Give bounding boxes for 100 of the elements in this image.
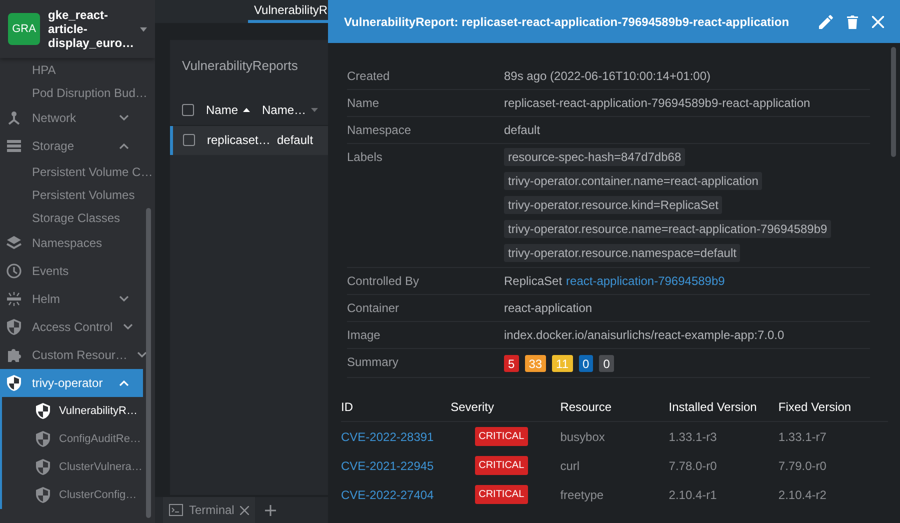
field-label: Labels [347, 149, 384, 165]
column-header[interactable]: Severity [450, 398, 560, 416]
column-header[interactable]: Fixed Version [778, 398, 888, 416]
severity-badge: CRITICAL [474, 427, 528, 446]
terminal-label: Terminal [189, 502, 234, 519]
close-icon[interactable] [240, 506, 250, 514]
sort-down-icon[interactable] [311, 108, 318, 112]
column-header[interactable]: Name… [262, 101, 306, 119]
panel-title: VulnerabilityReports [181, 57, 299, 75]
sidebar-item[interactable]: Storage [32, 137, 109, 155]
sidebar-item[interactable]: HPA [32, 60, 56, 78]
cluster-header[interactable]: GRA gke_react-article-display_euro… [0, 0, 155, 58]
sidebar-item[interactable]: Custom Resour… [32, 346, 128, 364]
field-label: Summary [347, 354, 400, 370]
table-cell-text: 1.33.1-r7 [778, 428, 828, 446]
clock-icon [6, 263, 22, 279]
chevron-down-icon[interactable] [119, 115, 129, 121]
label-chip: trivy-operator.resource.kind=ReplicaSet [504, 196, 722, 214]
label-chip: resource-spec-hash=847d7db68 [504, 148, 686, 166]
checkbox[interactable] [183, 134, 195, 146]
network-icon [6, 110, 22, 126]
table-cell-text: 1.33.1-r3 [668, 428, 718, 446]
cve-link[interactable]: CVE-2022-28391 [341, 428, 451, 446]
table-cell-text: 2.10.4-r2 [778, 486, 828, 504]
label-chip: trivy-operator.container.name=react-application [504, 172, 762, 190]
count-badge: 0 [599, 355, 614, 372]
table-cell-text: 7.79.0-r0 [778, 458, 828, 474]
puzzle-icon [6, 347, 22, 363]
count-badge: 5 [504, 355, 519, 372]
chevron-down-icon[interactable] [122, 324, 133, 330]
chevron-up-icon[interactable] [119, 143, 129, 149]
column-header[interactable]: ID [341, 398, 451, 416]
terminal-tab[interactable]: Terminal [163, 497, 256, 523]
column-header[interactable]: Resource [560, 398, 669, 416]
sidebar-item[interactable]: ClusterConfig… [59, 486, 137, 504]
table-row[interactable]: replicaset… default [170, 126, 328, 154]
sidebar-item[interactable]: Persistent Volumes [32, 186, 135, 204]
table-cell-text: curl [560, 458, 581, 474]
sidebar-item[interactable]: Namespaces [32, 234, 129, 252]
count-badge: 33 [524, 355, 546, 372]
label-chip: trivy-operator.resource.name=react-application-79694589b9 [504, 220, 832, 238]
drawer-title: VulnerabilityReport: replicaset-react-application-79694589b9-react-application [344, 14, 790, 30]
sidebar-item[interactable]: Helm [32, 290, 109, 308]
cve-link[interactable]: CVE-2021-22945 [341, 456, 451, 474]
sidebar-item[interactable]: Storage Classes [32, 208, 120, 226]
shield-icon [35, 487, 51, 503]
shield-icon [35, 459, 51, 475]
sidebar-item[interactable]: ClusterVulnera… [59, 458, 142, 476]
shield-icon [6, 375, 22, 391]
label-chip: trivy-operator.resource.namespace=default [504, 244, 740, 262]
table-cell-text: freetype [560, 486, 605, 504]
checkbox[interactable] [182, 104, 194, 116]
table-cell-text: 7.78.0-r0 [668, 458, 718, 474]
severity-badge: CRITICAL [474, 456, 528, 475]
cluster-name: gke_react-article-display_euro… [48, 8, 132, 50]
field-value: default [504, 123, 540, 137]
field-value: index.docker.io/anaisurlichs/react-example-app:7.0.0 [504, 328, 784, 342]
shield-icon [35, 403, 51, 419]
scrollbar-thumb[interactable] [891, 47, 896, 157]
chevron-down-icon[interactable] [119, 296, 129, 302]
sidebar-item[interactable]: Events [32, 262, 129, 280]
cve-link[interactable]: CVE-2022-27404 [341, 486, 451, 504]
count-badge: 11 [552, 355, 573, 372]
table-cell-text: 2.10.4-r1 [668, 486, 718, 504]
sort-up-icon[interactable] [243, 108, 250, 112]
cluster-badge: GRA [8, 13, 40, 45]
field-value: 89s ago (2022-06-16T10:00:14+01:00) [504, 69, 710, 83]
field-value: ReplicaSet [504, 273, 562, 289]
sidebar-item[interactable]: Pod Disruption Bud… [32, 84, 148, 102]
count-badge: 0 [578, 355, 594, 372]
field-label: Container [347, 300, 400, 316]
field-label: Controlled By [347, 273, 420, 289]
sidebar-item[interactable]: trivy-operator [0, 369, 143, 397]
column-header[interactable]: Name [206, 101, 238, 119]
sidebar-item[interactable]: ConfigAuditRe… [59, 430, 141, 448]
column-header[interactable]: Installed Version [668, 398, 778, 416]
chevron-down-icon[interactable] [137, 352, 148, 358]
scrollbar-thumb[interactable] [146, 208, 151, 518]
add-icon[interactable] [265, 504, 276, 516]
edit-icon[interactable] [819, 14, 833, 28]
terminal-icon [169, 504, 183, 516]
sidebar-item[interactable]: Access Control [32, 318, 113, 336]
field-label: Image [347, 327, 382, 343]
dropdown-caret-icon [140, 26, 147, 32]
delete-icon[interactable] [847, 14, 858, 28]
field-value: replicaset-react-application-79694589b9-react-application [504, 96, 810, 110]
sidebar-item[interactable]: Persistent Volume C… [32, 162, 153, 180]
field-label: Name [347, 95, 380, 111]
field-label: Created [347, 68, 391, 84]
severity-badge: CRITICAL [474, 485, 528, 504]
layers-icon [6, 235, 22, 251]
table-cell-text: default [277, 132, 314, 149]
shield-icon [6, 319, 22, 335]
shield-icon [35, 431, 51, 447]
helm-icon [6, 291, 22, 307]
table-cell-text: busybox [560, 428, 606, 446]
sidebar-item[interactable]: Network [32, 109, 109, 127]
field-label: Namespace [347, 122, 412, 138]
link[interactable]: react-application-79694589b9 [566, 273, 725, 289]
sidebar-item[interactable]: VulnerabilityR… [59, 402, 138, 420]
